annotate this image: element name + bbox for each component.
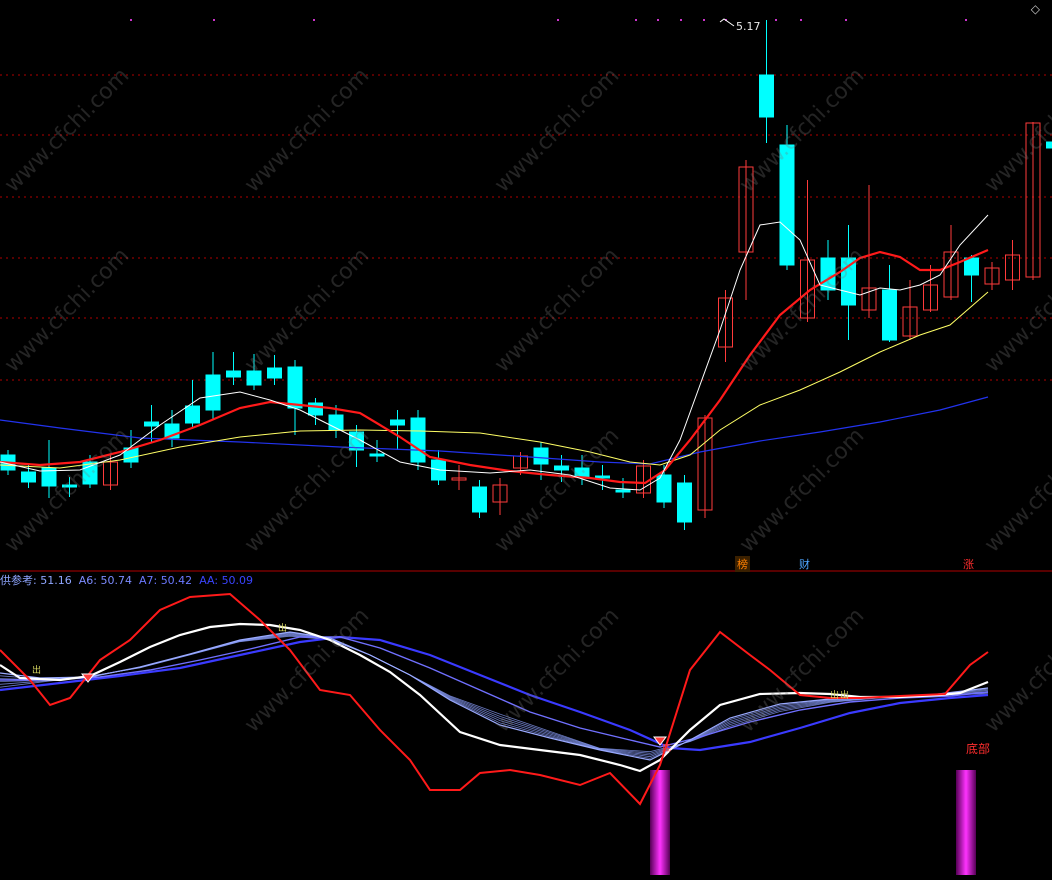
top-event-dot-3 <box>557 19 559 21</box>
top-event-dot-2 <box>313 19 315 21</box>
candle-body-30 <box>615 489 631 493</box>
histogram-bar-0 <box>650 770 670 875</box>
indicator-a7-label: A7: <box>138 574 158 587</box>
event-tag-bang: 榜 <box>735 556 750 572</box>
indicator-value-main-label: 供参考: <box>0 574 37 587</box>
indicator-header: 供参考: 51.16 A6: 50.74 A7: 50.42 AA: 50.09 <box>0 572 253 588</box>
candle-body-20 <box>410 417 426 463</box>
top-event-dot-5 <box>657 19 659 21</box>
top-event-dot-1 <box>213 19 215 21</box>
candle-body-26 <box>533 447 549 465</box>
candle-body-38 <box>779 144 795 266</box>
buy-mark: 底 <box>662 744 672 754</box>
ma5-line <box>0 214 989 491</box>
candle-body-18 <box>369 453 385 457</box>
top-event-dot-9 <box>775 19 777 21</box>
candle-body-12 <box>246 370 262 386</box>
candle-body-27 <box>554 465 569 471</box>
indicator-value-main: 51.16 <box>40 574 72 587</box>
candle-body-1 <box>21 471 36 483</box>
candle-body-7 <box>144 421 159 427</box>
event-tag-cai: 财 <box>799 558 810 571</box>
candle-body-40 <box>820 257 836 291</box>
candle-body-10 <box>205 374 221 411</box>
candle-body-15 <box>308 402 323 416</box>
indicator-a6-label: A6: <box>78 574 97 587</box>
chart-stage: ◇ 5.17 榜 财 涨 供参考: 51.16 A6: 50.74 A7: 50… <box>0 0 1052 880</box>
small-mark-4: 出 <box>840 691 850 701</box>
small-mark-3: 出 <box>830 691 840 701</box>
candle-body-51 <box>1046 141 1052 149</box>
indicator-aa-value: 50.09 <box>221 574 254 587</box>
indicator-a7-value: 50.42 <box>160 574 193 587</box>
chart-svg <box>0 18 1052 875</box>
candle-body-3 <box>62 484 77 488</box>
top-event-dot-6 <box>680 19 682 21</box>
candle-body-23 <box>472 486 487 513</box>
top-event-dot-12 <box>965 19 967 21</box>
candle-body-28 <box>574 467 590 478</box>
candle-body-43 <box>882 289 897 341</box>
small-mark-2: 出 <box>278 624 288 634</box>
corner-diamond-icon[interactable]: ◇ <box>1031 2 1040 16</box>
indicator-a6-value: 50.74 <box>100 574 132 587</box>
peak-price-label: 5.17 <box>736 20 761 33</box>
top-event-dot-10 <box>800 19 802 21</box>
candle-body-9 <box>185 405 200 424</box>
top-event-dot-0 <box>130 19 132 21</box>
histogram-bar-1 <box>956 770 976 875</box>
candle-body-47 <box>964 257 979 276</box>
candle-body-33 <box>677 482 692 523</box>
bottom-label: 底部 <box>966 742 991 756</box>
top-event-dot-7 <box>703 19 705 21</box>
candle-body-29 <box>595 475 610 479</box>
top-event-dot-4 <box>635 19 637 21</box>
candle-body-4 <box>82 461 98 485</box>
top-event-dot-11 <box>845 19 847 21</box>
ma10-line <box>0 248 989 485</box>
indicator-aa-label: AA: <box>199 574 219 587</box>
small-mark-1: 出 <box>32 666 42 676</box>
candle-body-11 <box>226 370 241 378</box>
candle-body-37 <box>759 74 774 118</box>
candle-body-14 <box>287 366 303 409</box>
event-tag-zhang: 涨 <box>963 558 974 571</box>
candle-body-19 <box>390 419 405 426</box>
candle-body-13 <box>267 367 282 379</box>
